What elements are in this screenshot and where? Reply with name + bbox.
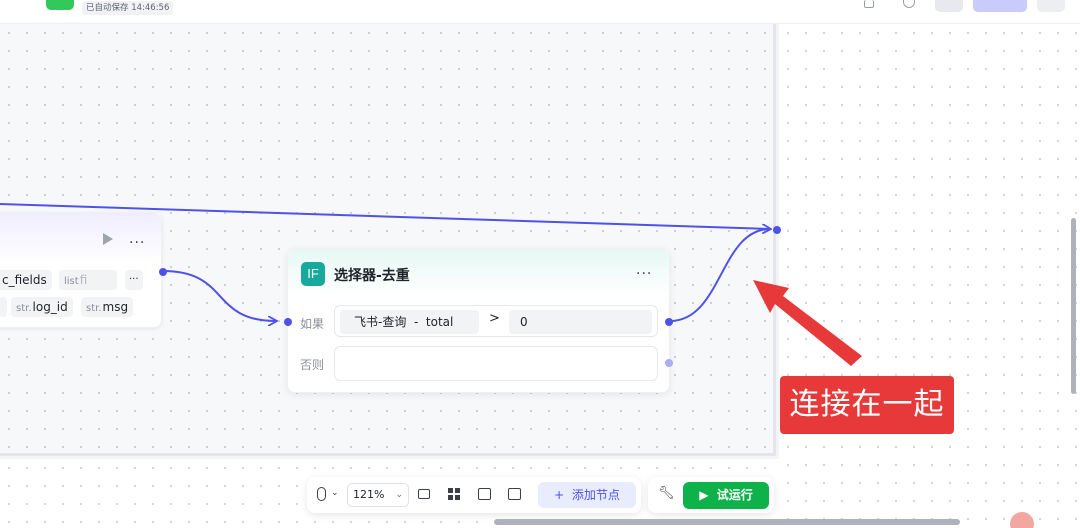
header-button-more[interactable] [1037, 0, 1065, 12]
zoom-value: 121% [353, 488, 385, 501]
play-icon[interactable] [103, 233, 113, 245]
run-toolbar: 🔧︎ ▶ 试运行 [648, 477, 774, 513]
annotation-label: 连接在一起 [780, 376, 954, 434]
horizontal-scrollbar[interactable] [494, 519, 960, 525]
field-chip: str.log_id [11, 297, 73, 317]
image-icon[interactable] [478, 488, 491, 500]
upstream-node[interactable]: ··· c_fields listfi ··· str.log_id str.m… [0, 212, 167, 328]
publish-button[interactable] [973, 0, 1027, 12]
minimap-icon[interactable] [508, 488, 521, 500]
header-button-grey[interactable] [935, 0, 963, 12]
field-chip: listfi [59, 270, 117, 290]
field-name: log_id [32, 300, 68, 314]
field-name: c_fields [2, 273, 47, 287]
layout-grid-icon[interactable] [448, 488, 460, 500]
add-node-button[interactable]: + 添加节点 [538, 482, 636, 508]
chevron-down-icon: ⌄ [395, 490, 403, 500]
play-icon: ▶ [699, 488, 709, 502]
if-selector-node[interactable]: IF 选择器-去重 ··· 如果 飞书-查询 - total > 0 否则 [284, 248, 673, 393]
field-type: str. [16, 303, 32, 314]
field-name: msg [102, 300, 129, 314]
field-type: str. [86, 303, 102, 314]
if-icon: IF [301, 262, 325, 286]
field-type: list [64, 276, 79, 287]
add-node-label: 添加节点 [571, 488, 620, 502]
test-run-label: 试运行 [716, 488, 753, 502]
vertical-scrollbar[interactable] [1071, 218, 1076, 394]
app-logo [46, 0, 74, 10]
comment-icon[interactable] [418, 489, 430, 499]
auto-save-status: 已自动保存 14:46:56 [82, 1, 174, 15]
else-branch-box[interactable] [334, 346, 658, 381]
canvas-outer-area [779, 24, 1080, 528]
if-true-port[interactable] [665, 318, 673, 326]
condition-operator[interactable]: > [489, 311, 500, 326]
mouse-mode-icon[interactable] [317, 487, 326, 501]
node-more-icon[interactable]: ··· [636, 266, 652, 282]
if-label: 如果 [300, 317, 325, 331]
node-title: 选择器-去重 [334, 268, 410, 284]
wrench-icon[interactable]: 🔧︎ [658, 486, 675, 501]
field-chip: c_fields [0, 270, 52, 290]
canvas-toolbar: ⌄ 121% ⌄ + 添加节点 [307, 477, 641, 513]
field-chip: str.msg [81, 297, 134, 317]
test-run-button[interactable]: ▶ 试运行 [683, 482, 769, 509]
more-fields-badge[interactable]: ··· [125, 270, 143, 290]
zoom-select[interactable]: 121% ⌄ [347, 483, 409, 507]
node-more-icon[interactable]: ··· [129, 235, 145, 251]
top-bar: 已自动保存 14:46:56 [0, 0, 1080, 24]
header-icon-b[interactable] [903, 0, 915, 8]
else-label: 否则 [300, 358, 325, 372]
condition-left-variable[interactable]: 飞书-查询 - total [340, 310, 479, 334]
output-port[interactable] [159, 268, 167, 276]
field-name: fi [79, 273, 88, 287]
chevron-down-icon[interactable]: ⌄ [331, 488, 339, 498]
header-icon-a[interactable] [864, 0, 874, 8]
field-chip [0, 297, 7, 317]
plus-icon: + [554, 488, 565, 502]
else-port[interactable] [665, 359, 673, 367]
condition-row[interactable]: 飞书-查询 - total > 0 [334, 305, 658, 337]
input-port[interactable] [284, 318, 292, 326]
condition-right-value[interactable]: 0 [509, 310, 652, 334]
